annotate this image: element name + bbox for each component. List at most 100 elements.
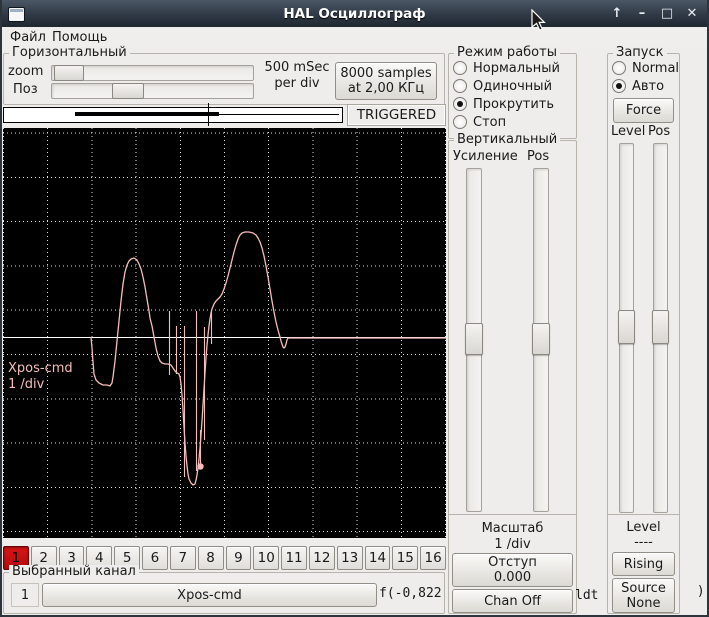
- record-filled-segment: [75, 112, 219, 116]
- channel-button-11[interactable]: 11: [281, 546, 307, 570]
- channel-button-12[interactable]: 12: [308, 546, 335, 570]
- close-button[interactable]: ✕: [685, 0, 699, 27]
- zoom-label: zoom: [8, 64, 44, 79]
- samples-line1: 8000 samples: [340, 66, 432, 81]
- radio-option-Прокрутить[interactable]: Прокрутить: [449, 95, 576, 113]
- trigger-position-marker: [208, 103, 209, 126]
- rising-button[interactable]: Rising: [612, 552, 675, 576]
- radio-option-Стоп[interactable]: Стоп: [449, 113, 576, 131]
- horizontal-group-label: Горизонтальный: [9, 46, 130, 60]
- channel-button-8[interactable]: 8: [197, 546, 224, 570]
- maximize-button[interactable]: □: [660, 0, 674, 27]
- trigger-level-slider[interactable]: [618, 143, 635, 513]
- sweep-rate-line2: per div: [274, 76, 320, 91]
- gain-label: Усиление: [453, 149, 518, 164]
- minimize-button[interactable]: –: [635, 0, 649, 27]
- hpos-slider-handle[interactable]: [112, 83, 144, 99]
- offset-line2: 0.000: [493, 570, 532, 585]
- hpos-slider[interactable]: [51, 83, 254, 99]
- gain-slider[interactable]: [465, 168, 483, 512]
- source-line1: Source: [621, 580, 666, 596]
- offset-button[interactable]: Отступ 0.000: [452, 553, 573, 587]
- trigger-pos-slider[interactable]: [652, 143, 669, 513]
- radio-option-Normal[interactable]: Normal: [608, 59, 679, 77]
- chan-off-button[interactable]: Chan Off: [452, 589, 573, 613]
- channel-name-label: Xpos-cmd: [177, 587, 242, 603]
- radio-label: Normal: [632, 60, 680, 76]
- force-button[interactable]: Force: [613, 98, 674, 123]
- run-mode-radios: Нормальный Одиночный Прокрутить Стоп: [449, 59, 576, 131]
- selected-channel-group: Выбранный канал 1 Xpos-cmd f(-0,822: [3, 565, 445, 614]
- horizontal-group: Горизонтальный zoom Поз 500 mSec per div…: [3, 46, 445, 105]
- scale-value: 1 /div: [494, 537, 531, 552]
- latest-sample-marker: [197, 463, 204, 470]
- radio-circle-icon[interactable]: [453, 97, 467, 111]
- trigger-group: Запуск Normal Авто Force Level Pos Level …: [607, 46, 680, 614]
- hpos-label: Поз: [13, 82, 38, 97]
- samples-button[interactable]: 8000 samples at 2,00 КГц: [335, 62, 437, 100]
- channel-button-10[interactable]: 10: [253, 546, 280, 570]
- selected-channel-number: 1: [11, 583, 39, 607]
- triggered-status: TRIGGERED: [347, 104, 446, 126]
- scope-channel-scale: 1 /div: [8, 377, 45, 392]
- shade-button[interactable]: ↑: [610, 0, 624, 27]
- rising-label: Rising: [623, 556, 664, 572]
- radio-circle-icon[interactable]: [453, 61, 467, 75]
- channel-button-16[interactable]: 16: [420, 546, 446, 570]
- source-line2: None: [626, 595, 661, 611]
- chan-off-label: Chan Off: [484, 593, 541, 609]
- vpos-label: Pos: [527, 149, 550, 164]
- radio-label: Нормальный: [473, 60, 560, 76]
- trigger-pos-handle[interactable]: [652, 310, 669, 344]
- radio-option-Одиночный[interactable]: Одиночный: [449, 77, 576, 95]
- samples-line2: at 2,00 КГц: [347, 81, 425, 96]
- channel-button-6[interactable]: 6: [142, 546, 168, 570]
- source-button[interactable]: Source None: [612, 578, 675, 613]
- radio-circle-icon[interactable]: [612, 61, 626, 75]
- record-pending-segment: [219, 113, 339, 115]
- vertical-separator: [449, 514, 576, 515]
- waveform-trace: [90, 231, 446, 486]
- channel-button-7[interactable]: 7: [169, 546, 196, 570]
- clipped-paren-fragment: ): [698, 584, 704, 599]
- gain-slider-handle[interactable]: [465, 323, 483, 355]
- radio-option-Нормальный[interactable]: Нормальный: [449, 59, 576, 77]
- trigger-level-slider-label: Level: [611, 124, 646, 139]
- radio-circle-icon[interactable]: [612, 79, 626, 93]
- window-title: HAL Осциллограф: [283, 5, 426, 22]
- radio-label: Авто: [632, 78, 665, 94]
- force-label: Force: [625, 103, 662, 118]
- run-mode-group: Режим работы Нормальный Одиночный Прокрути…: [448, 46, 577, 139]
- scale-label: Масштаб: [481, 521, 544, 536]
- sweep-rate-label: 500 mSec per div: [259, 60, 335, 92]
- channel-button-14[interactable]: 14: [364, 546, 391, 570]
- vpos-slider-handle[interactable]: [532, 323, 550, 355]
- channel-button-9[interactable]: 9: [225, 546, 252, 570]
- vpos-slider[interactable]: [532, 168, 550, 512]
- scope-display[interactable]: Xpos-cmd1 /div: [3, 128, 446, 538]
- trigger-pos-slider-label: Pos: [648, 124, 671, 139]
- record-progress-bar: [3, 107, 343, 123]
- radio-label: Одиночный: [473, 78, 553, 94]
- trigger-level-handle[interactable]: [618, 310, 635, 344]
- clipped-text-fragment: ldt: [575, 588, 599, 603]
- radio-circle-icon[interactable]: [453, 115, 467, 129]
- window-body: Файл Помощь Горизонтальный zoom Поз 500 …: [0, 27, 709, 617]
- zoom-slider-handle[interactable]: [54, 65, 84, 81]
- cursor-readout: f(-0,822: [379, 586, 442, 601]
- scope-channel-name: Xpos-cmd: [8, 361, 73, 376]
- radio-option-Авто[interactable]: Авто: [608, 77, 679, 95]
- radio-circle-icon[interactable]: [453, 79, 467, 93]
- offset-line1: Отступ: [488, 555, 537, 570]
- channel-button-15[interactable]: 15: [392, 546, 419, 570]
- trigger-level-value: ----: [634, 535, 653, 550]
- radio-label: Стоп: [473, 114, 507, 130]
- trigger-group-label: Запуск: [613, 46, 667, 60]
- titlebar: HAL Осциллограф ↑ – □ ✕: [0, 0, 709, 27]
- app-window: HAL Осциллограф ↑ – □ ✕ Файл Помощь Гори…: [0, 0, 709, 617]
- channel-name-button[interactable]: Xpos-cmd: [42, 583, 377, 607]
- triggered-label: TRIGGERED: [356, 107, 437, 123]
- vertical-group: Вертикальный Усиление Pos Масштаб 1 /div…: [448, 133, 577, 614]
- channel-button-13[interactable]: 13: [336, 546, 363, 570]
- zoom-slider[interactable]: [51, 65, 254, 81]
